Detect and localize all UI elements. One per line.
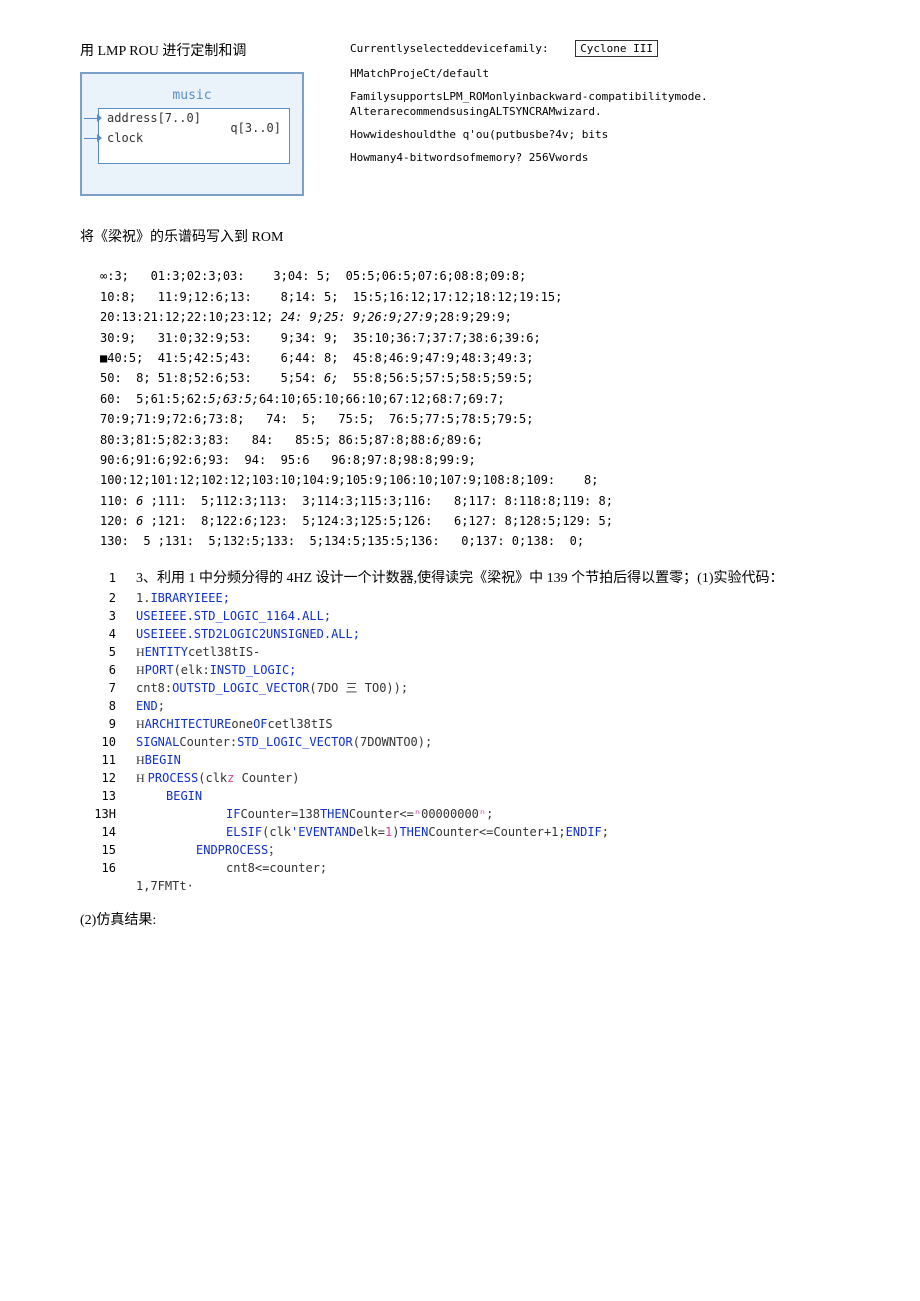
music-diagram: music address[7..0] clock q[3..0] (80, 72, 304, 196)
diagram-title: music (82, 88, 302, 103)
altera-rec-text: AlterarecommendsusingALTSYNCRAMwizard. (350, 105, 840, 118)
family-support-text: FamilysupportsLPM_ROMonlyinbackward-comp… (350, 90, 840, 103)
code-line: HBEGIN (136, 751, 181, 769)
code-line: SIGNALCounter:STD_LOGIC_VECTOR(7DOWNTO0)… (136, 733, 432, 751)
code-line: cnt8:OUTSTD_LOGIC_VECTOR(7DO 三 TO0)); (136, 679, 408, 697)
family-value-box: Cyclone III (575, 40, 658, 57)
code-line: H PROCESS(clkz Counter) (136, 769, 299, 787)
code-line: END; (136, 697, 165, 715)
lineno: 8 (80, 697, 136, 715)
port-address-label: address[7..0] (107, 111, 201, 125)
lineno: 2 (80, 589, 136, 607)
code-line: 1,7FMTt· (136, 877, 194, 895)
lineno: 16 (80, 859, 136, 877)
howmany-text: Howmany4-bitwordsofmemory? 256Vwords (350, 151, 840, 164)
howwide-text: Howwideshouldthe q'ou(putbusbe?4v; bits (350, 128, 840, 141)
lineno: 3 (80, 607, 136, 625)
lineno: 13 (80, 787, 136, 805)
diagram-inner-box: address[7..0] clock q[3..0] (98, 108, 290, 164)
lineno: 14 (80, 823, 136, 841)
lmp-title: 用 LMP ROU 进行定制和调 (80, 40, 320, 60)
sim-result-label: (2)仿真结果: (80, 909, 840, 929)
lineno: 1 (80, 569, 136, 587)
code-line: HENTITYcetl38tIS- (136, 643, 260, 661)
port-q-label: q[3..0] (230, 121, 281, 135)
rom-heading: 将《梁祝》的乐谱码写入到 ROM (80, 226, 840, 246)
lineno: 5 (80, 643, 136, 661)
lineno: 13H (80, 805, 136, 823)
lineno: 4 (80, 625, 136, 643)
lineno: 7 (80, 679, 136, 697)
lineno: 6 (80, 661, 136, 679)
code-line: BEGIN (136, 787, 202, 805)
lineno: 10 (80, 733, 136, 751)
match-project-text: HMatchProjeCt/default (350, 67, 840, 80)
rom-data-block: ∞:3; 01:3;02:3;03: 3;04: 5; 05:5;06:5;07… (100, 246, 840, 552)
lineno: 9 (80, 715, 136, 733)
code-line: USEIEEE.STD2LOGIC2UNSIGNED.ALL; (136, 625, 360, 643)
code-line: IFCounter=138THENCounter<=ⁿ00000000ⁿ; (136, 805, 493, 823)
lineno: 12 (80, 769, 136, 787)
code-line: 1.IBRARYIEEE; (136, 589, 230, 607)
code-line: HARCHITECTUREoneOFcetl38tIS (136, 715, 333, 733)
code-line: ENDPROCESS； (136, 841, 280, 859)
code-line: cnt8<=counter; (136, 859, 327, 877)
code-line: ELSIF(clk'EVENTANDelk=1)THENCounter<=Cou… (136, 823, 609, 841)
port-clock-label: clock (107, 131, 143, 145)
code-line: USEIEEE.STD_LOGIC_1164.ALL; (136, 607, 331, 625)
lineno: 11 (80, 751, 136, 769)
task3-text: 3、利用 1 中分频分得的 4HZ 设计一个计数器,使得读完《梁祝》中 139 … (136, 568, 783, 589)
curfam-label: Currentlyselecteddevicefamily: (350, 42, 549, 55)
lineno: 15 (80, 841, 136, 859)
code-line: HPORT(elk:INSTD_LOGIC; (136, 661, 296, 679)
